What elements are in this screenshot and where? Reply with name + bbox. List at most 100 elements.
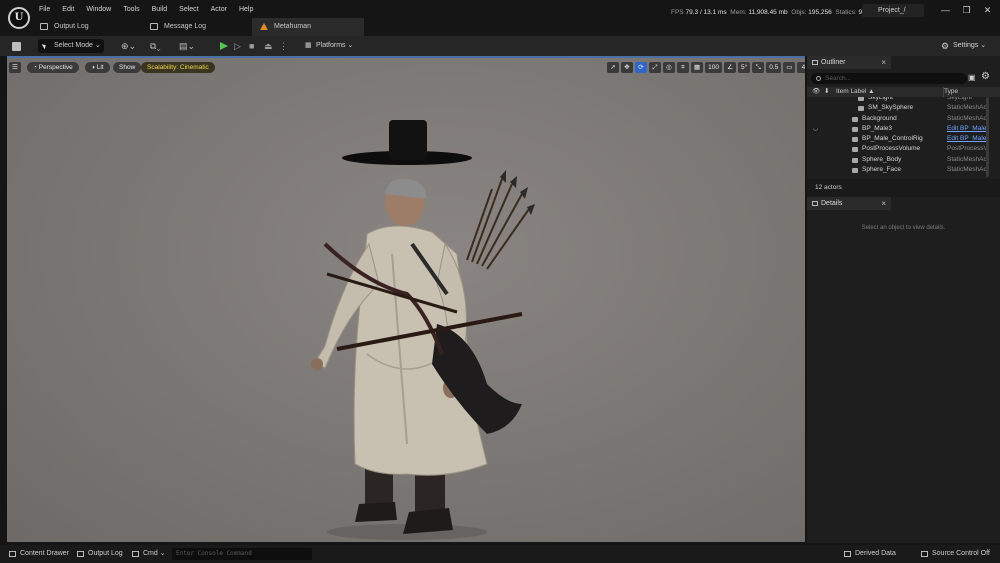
- gear-icon[interactable]: ⚙: [981, 71, 990, 82]
- menu-actor[interactable]: Actor: [205, 5, 233, 14]
- menu-select[interactable]: Select: [173, 5, 204, 14]
- item-label-column[interactable]: Item Label ▲: [836, 87, 875, 97]
- outliner-row[interactable]: Sphere_Face StaticMeshAc: [807, 165, 1000, 175]
- minimize-icon[interactable]: —: [935, 5, 956, 15]
- outliner-row[interactable]: Sphere_Body StaticMeshAc: [807, 155, 1000, 165]
- console-placeholder: Enter Console Command: [176, 550, 252, 557]
- outliner-scrollbar[interactable]: [986, 97, 989, 177]
- menu-build[interactable]: Build: [146, 5, 174, 14]
- content-drawer-button[interactable]: Content Drawer: [9, 548, 69, 560]
- angle-snap-value[interactable]: 5°: [738, 62, 751, 73]
- grid-snap-icon[interactable]: ▦: [691, 62, 704, 73]
- settings-dropdown[interactable]: ⚙ Settings ⌄: [940, 39, 990, 53]
- metahuman-character[interactable]: [297, 84, 537, 542]
- row-type[interactable]: Edit BP_Male: [947, 134, 987, 144]
- performance-stats: FPS 79.3 / 13.1 ms Mem: 11,908.45 mb Obj…: [671, 9, 862, 16]
- show-button[interactable]: Show: [113, 62, 142, 73]
- rotate-tool-icon[interactable]: ⟳: [635, 62, 647, 73]
- camera-speed-value[interactable]: 4: [797, 62, 805, 73]
- source-control-button[interactable]: Source Control Off: [921, 548, 990, 560]
- tab-message-log[interactable]: Message Log: [142, 18, 252, 36]
- cinematics-button[interactable]: ▤⌄: [179, 39, 201, 53]
- tab-metahuman[interactable]: Metahuman: [252, 18, 364, 36]
- play-options-button[interactable]: ⋮: [279, 39, 301, 53]
- outliner-panel: Outliner × Search... ▣ ⚙ 👁 ⬇ Item Label …: [807, 56, 1000, 197]
- perspective-label: Perspective: [38, 64, 73, 71]
- visibility-icon[interactable]: 👁: [812, 87, 820, 97]
- surface-snap-icon[interactable]: ⌗: [677, 62, 689, 73]
- row-type: StaticMeshAc: [947, 166, 987, 174]
- outliner-row[interactable]: ◡ BP_Male3 Edit BP_Male: [807, 124, 1000, 134]
- derived-data-label: Derived Data: [855, 550, 896, 557]
- actor-icon: [852, 168, 858, 174]
- select-mode-label: Select Mode: [54, 42, 93, 49]
- output-log-label: Output Log: [88, 550, 123, 557]
- platforms-label: Platforms: [316, 42, 346, 49]
- row-label: BP_Male3: [862, 124, 892, 132]
- source-control-icon: [921, 551, 928, 557]
- row-type[interactable]: Edit BP_Male: [947, 124, 987, 134]
- visibility-icon[interactable]: ◡: [813, 124, 818, 134]
- outliner-row[interactable]: PostProcessVolume PostProcessV: [807, 144, 1000, 154]
- derived-data-button[interactable]: Derived Data: [844, 548, 896, 560]
- save-button[interactable]: [10, 39, 23, 53]
- viewport-menu-button[interactable]: ☰: [9, 62, 21, 73]
- mem-label: Mem:: [730, 9, 747, 16]
- world-space-icon[interactable]: ◎: [663, 62, 675, 73]
- menu-file[interactable]: File: [33, 5, 56, 14]
- outliner-row[interactable]: BP_Male_ControlRig Edit BP_Male: [807, 134, 1000, 144]
- move-tool-icon[interactable]: ✥: [621, 62, 633, 73]
- menu-edit[interactable]: Edit: [56, 5, 80, 14]
- platforms-icon: ▦: [305, 42, 312, 49]
- tab-details[interactable]: Details ×: [807, 197, 891, 210]
- level-viewport[interactable]: ☰ ◔ Perspective ◑ Lit Show Scalability: …: [7, 56, 805, 542]
- angle-snap-icon[interactable]: ∠: [724, 62, 737, 73]
- actor-count: 12 actors: [807, 179, 1000, 197]
- row-label: Sphere_Face: [862, 166, 902, 174]
- statics-label: Statics:: [835, 9, 857, 16]
- outliner-search-input[interactable]: Search...: [811, 73, 967, 84]
- document-tabs: Output Log Message Log Metahuman: [32, 18, 364, 36]
- close-icon[interactable]: ×: [881, 56, 886, 69]
- menu-help[interactable]: Help: [233, 5, 259, 14]
- play-button[interactable]: [219, 39, 229, 53]
- type-column[interactable]: Type: [944, 87, 958, 97]
- select-mode-dropdown[interactable]: Select Mode ⌄: [38, 39, 104, 53]
- add-actor-button[interactable]: ⊕⌄: [121, 39, 143, 53]
- unreal-logo-icon[interactable]: U: [8, 7, 30, 29]
- tab-output-log[interactable]: Output Log: [32, 18, 142, 36]
- grid-size-value[interactable]: 100: [705, 62, 723, 73]
- cmd-dropdown[interactable]: Cmd ⌄: [132, 548, 166, 560]
- select-tool-icon[interactable]: ➚: [607, 62, 619, 73]
- source-control-label: Source Control Off: [932, 550, 990, 557]
- project-name[interactable]: Project_/: [862, 4, 924, 17]
- status-bar: Content Drawer Output Log Cmd ⌄ Enter Co…: [0, 545, 1000, 563]
- lit-button[interactable]: ◑ Lit: [85, 62, 110, 73]
- outliner-row[interactable]: Background StaticMeshAc: [807, 114, 1000, 124]
- blueprint-button[interactable]: ⧉⌄: [150, 39, 172, 53]
- platforms-dropdown[interactable]: ▦ Platforms ⌄: [303, 39, 357, 53]
- actor-icon: [858, 106, 864, 112]
- outliner-row[interactable]: SM_SkySphere StaticMeshAc: [807, 103, 1000, 113]
- output-log-button[interactable]: Output Log: [77, 548, 123, 560]
- camera-speed-icon[interactable]: ▭: [783, 62, 796, 73]
- row-label: SM_SkySphere: [868, 104, 914, 112]
- maximize-icon[interactable]: ❐: [956, 5, 977, 15]
- scale-tool-icon[interactable]: ⤢: [649, 62, 661, 73]
- scale-snap-icon[interactable]: ⤡: [752, 62, 765, 73]
- cmd-label: Cmd: [143, 550, 158, 557]
- derived-data-icon: [844, 551, 851, 557]
- tab-outliner[interactable]: Outliner ×: [807, 56, 891, 69]
- menu-window[interactable]: Window: [80, 5, 117, 14]
- row-label: Sphere_Body: [862, 155, 902, 163]
- close-icon[interactable]: ×: [881, 197, 886, 210]
- console-command-input[interactable]: Enter Console Command: [172, 548, 312, 560]
- content-drawer-icon: [9, 551, 16, 557]
- close-icon[interactable]: ✕: [977, 5, 998, 15]
- pin-icon[interactable]: ⬇: [824, 87, 829, 97]
- add-folder-icon[interactable]: ▣: [968, 73, 976, 82]
- scalability-badge[interactable]: Scalability: Cinematic: [141, 62, 215, 73]
- menu-tools[interactable]: Tools: [117, 5, 145, 14]
- scale-snap-value[interactable]: 0.5: [766, 62, 782, 73]
- perspective-button[interactable]: ◔ Perspective: [27, 62, 79, 73]
